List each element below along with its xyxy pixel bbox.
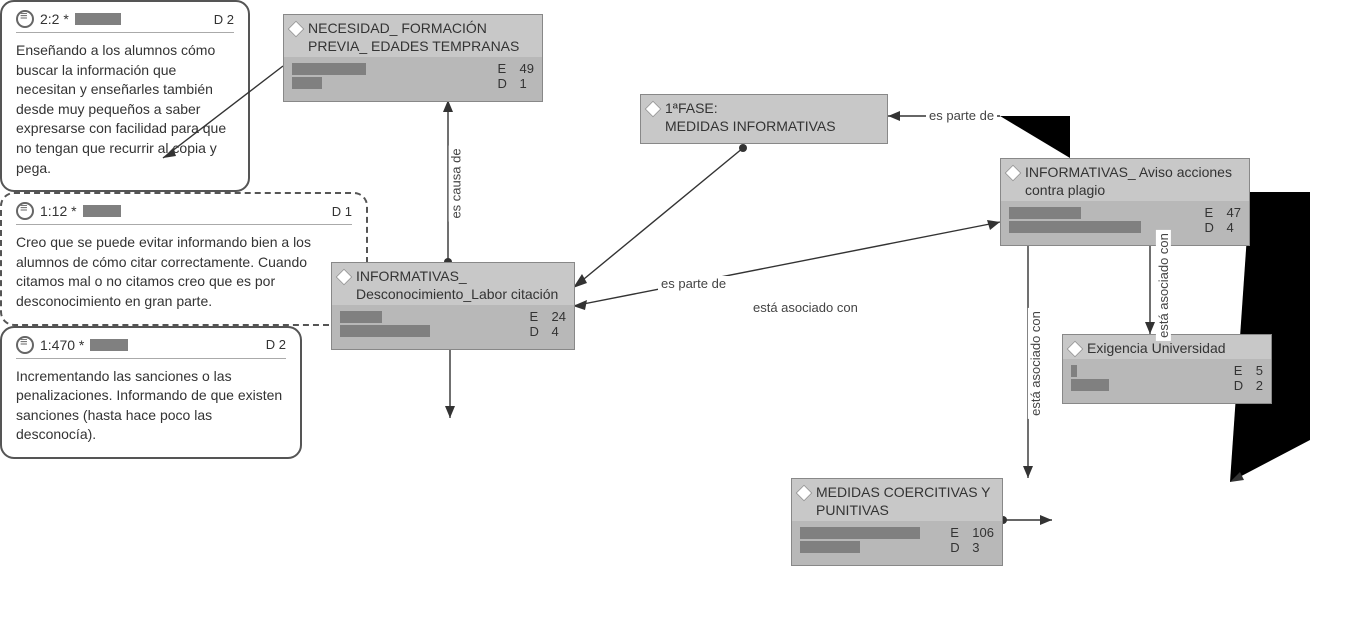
code-fase1[interactable]: 1ªFASE: MEDIDAS INFORMATIVAS <box>640 94 888 144</box>
code-title: INFORMATIVAS_ Aviso acciones contra plag… <box>1025 163 1243 199</box>
code-title: Exigencia Universidad <box>1087 339 1265 357</box>
quote-1-12[interactable]: 1:12 * D 1 Creo que se puede evitar info… <box>0 192 368 325</box>
edge-label-asociado-1: está asociado con <box>750 300 861 315</box>
edge-label-es-parte-2: es parte de <box>926 108 997 123</box>
code-metrics: E47 D4 <box>1205 205 1241 235</box>
bar <box>340 325 430 337</box>
quote-title: 1:12 * <box>40 203 77 219</box>
quote-text: Creo que se puede evitar informando bien… <box>16 233 352 311</box>
code-metrics: E5 D2 <box>1234 363 1263 393</box>
quote-icon <box>16 10 34 28</box>
bar <box>1009 207 1081 219</box>
code-inf-desconocimiento[interactable]: INFORMATIVAS_ Desconocimiento_Labor cita… <box>331 262 575 350</box>
edge-label-asociado-3: está asociado con <box>1156 230 1171 341</box>
code-title: 1ªFASE: MEDIDAS INFORMATIVAS <box>665 99 881 135</box>
diamond-icon <box>1067 341 1084 358</box>
bar <box>75 13 121 25</box>
diamond-icon <box>645 101 662 118</box>
quote-1-470[interactable]: 1:470 * D 2 Incrementando las sanciones … <box>0 326 302 459</box>
code-exigencia[interactable]: Exigencia Universidad E5 D2 <box>1062 334 1272 404</box>
bar <box>292 77 322 89</box>
quote-text: Enseñando a los alumnos cómo buscar la i… <box>16 41 234 178</box>
code-metrics: E106 D3 <box>950 525 994 555</box>
bar <box>83 205 121 217</box>
quote-icon <box>16 202 34 220</box>
bar <box>1071 379 1109 391</box>
edge-label-asociado-2: está asociado con <box>1028 308 1043 419</box>
quote-icon <box>16 336 34 354</box>
code-metrics: E49 D1 <box>498 61 534 91</box>
bar <box>800 541 860 553</box>
diamond-icon <box>288 21 305 38</box>
quote-d: D 2 <box>214 12 234 27</box>
bar <box>90 339 128 351</box>
quote-text: Incrementando las sanciones o las penali… <box>16 367 286 445</box>
bar <box>340 311 382 323</box>
code-coercitivas[interactable]: MEDIDAS COERCITIVAS Y PUNITIVAS E106 D3 <box>791 478 1003 566</box>
bar <box>1071 365 1077 377</box>
quote-title: 2:2 * <box>40 11 69 27</box>
quote-2-2[interactable]: 2:2 * D 2 Enseñando a los alumnos cómo b… <box>0 0 250 192</box>
code-metrics: E24 D4 <box>530 309 566 339</box>
quote-title: 1:470 * <box>40 337 84 353</box>
edge-label-es-parte: es parte de <box>658 276 729 291</box>
quote-d: D 1 <box>332 204 352 219</box>
bar <box>292 63 366 75</box>
code-necesidad[interactable]: NECESIDAD_ FORMACIÓN PREVIA_ EDADES TEMP… <box>283 14 543 102</box>
code-inf-aviso[interactable]: INFORMATIVAS_ Aviso acciones contra plag… <box>1000 158 1250 246</box>
code-title: NECESIDAD_ FORMACIÓN PREVIA_ EDADES TEMP… <box>308 19 536 55</box>
quote-d: D 2 <box>266 337 286 352</box>
code-title: MEDIDAS COERCITIVAS Y PUNITIVAS <box>816 483 996 519</box>
bar <box>1009 221 1141 233</box>
diamond-icon <box>1005 165 1022 182</box>
code-title: INFORMATIVAS_ Desconocimiento_Labor cita… <box>356 267 568 303</box>
edge-label-es-causa: es causa de <box>449 145 464 221</box>
diamond-icon <box>796 485 813 502</box>
bar <box>800 527 920 539</box>
diamond-icon <box>336 269 353 286</box>
